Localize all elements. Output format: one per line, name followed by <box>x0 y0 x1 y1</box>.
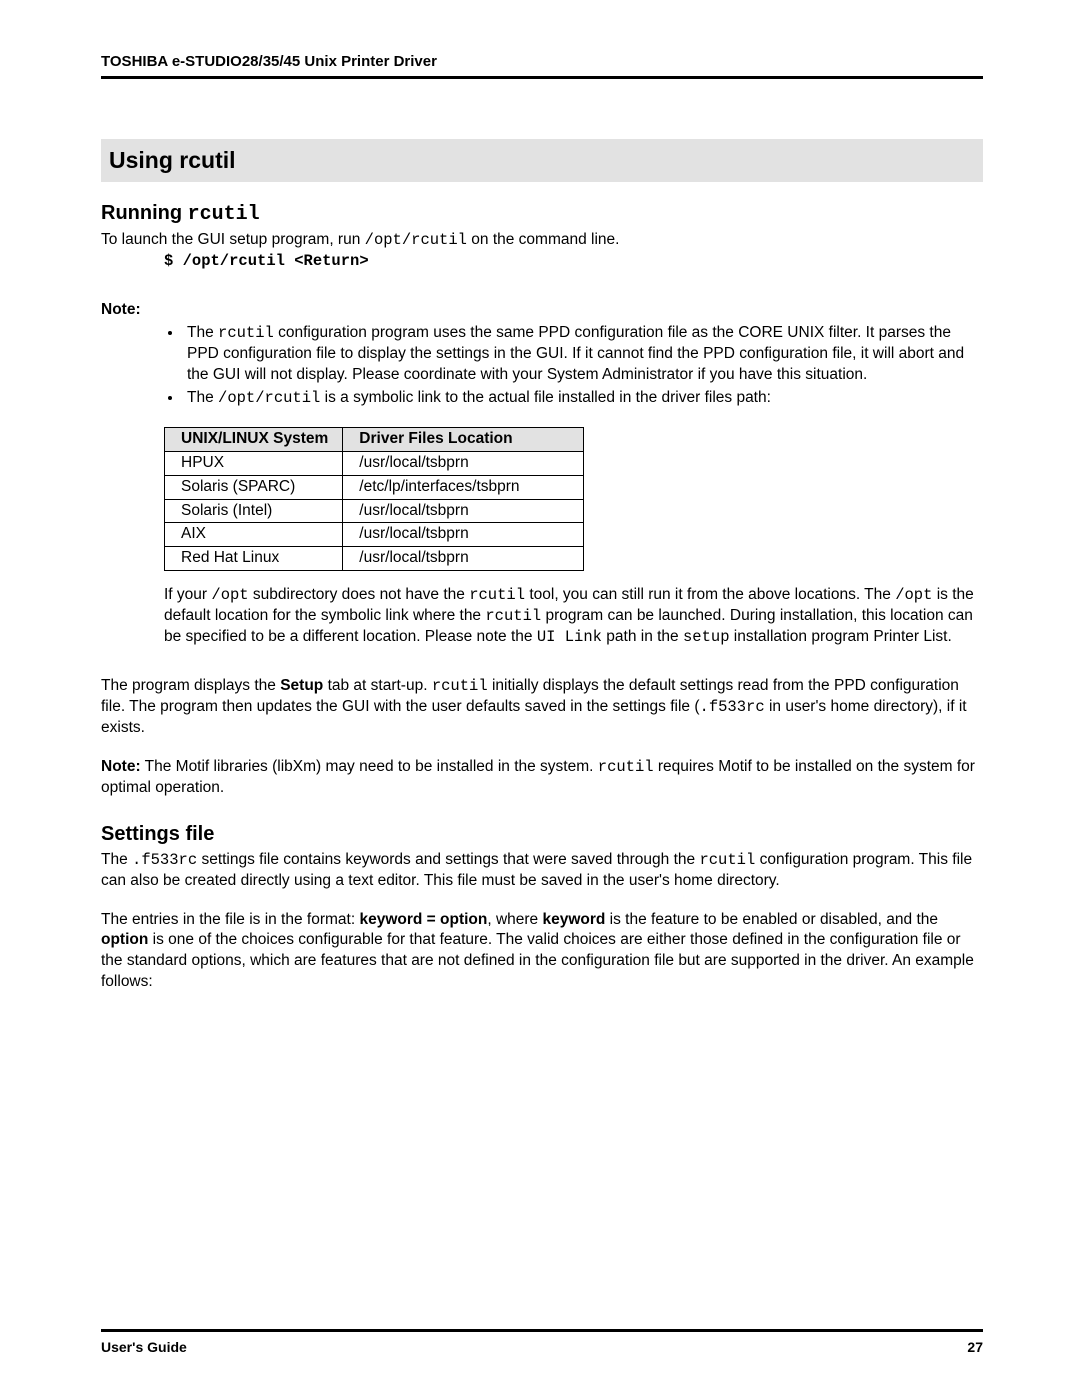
bold-text: keyword = option <box>359 911 487 928</box>
table-row: Solaris (SPARC)/etc/lp/interfaces/tsbprn <box>165 475 584 499</box>
inline-code: rcutil <box>432 677 488 695</box>
bold-text: option <box>101 931 148 948</box>
text: The Motif libraries (libXm) may need to … <box>141 758 598 775</box>
note-label: Note: <box>101 300 983 321</box>
after-table-paragraph: If your /opt subdirectory does not have … <box>164 585 983 648</box>
text: tab at start-up. <box>323 677 432 694</box>
text: The <box>187 389 218 406</box>
page-footer: User's Guide 27 <box>101 1329 983 1357</box>
text: The <box>101 851 132 868</box>
header-rule <box>101 76 983 79</box>
subheading-text: Running <box>101 202 188 224</box>
page-header-title: TOSHIBA e-STUDIO28/35/45 Unix Printer Dr… <box>101 52 983 72</box>
driver-location-table: UNIX/LINUX System Driver Files Location … <box>164 427 584 572</box>
body-paragraph: Note: The Motif libraries (libXm) may ne… <box>101 757 983 799</box>
inline-code: rcutil <box>598 758 654 776</box>
text: is one of the choices configurable for t… <box>101 931 974 990</box>
text: tool, you can still run it from the abov… <box>525 586 895 603</box>
table-cell: AIX <box>165 523 343 547</box>
bullet-item: The rcutil configuration program uses th… <box>183 323 983 386</box>
text: path in the <box>602 628 683 645</box>
text: is a symbolic link to the actual file in… <box>320 389 771 406</box>
text: configuration program uses the same PPD … <box>187 324 964 383</box>
section-heading-bar: Using rcutil <box>101 139 983 182</box>
bold-text: Setup <box>280 677 323 694</box>
inline-code: /opt/rcutil <box>218 389 320 407</box>
inline-code: rcutil <box>699 851 755 869</box>
footer-page-number: 27 <box>967 1338 983 1357</box>
footer-rule <box>101 1329 983 1332</box>
table-cell: HPUX <box>165 451 343 475</box>
settings-paragraph-1: The .f533rc settings file contains keywo… <box>101 850 983 892</box>
table-cell: /usr/local/tsbprn <box>343 523 584 547</box>
table-cell: Red Hat Linux <box>165 547 343 571</box>
table-header: UNIX/LINUX System <box>165 427 343 451</box>
inline-code: /opt <box>211 586 248 604</box>
inline-code: setup <box>683 628 730 646</box>
note-bullets: The rcutil configuration program uses th… <box>101 323 983 409</box>
subheading-running: Running rcutil <box>101 200 983 228</box>
text: is the feature to be enabled or disabled… <box>605 911 938 928</box>
inline-code: .f533rc <box>132 851 197 869</box>
inline-code: rcutil <box>469 586 525 604</box>
table-cell: /usr/local/tsbprn <box>343 499 584 523</box>
inline-code: .f533rc <box>700 698 765 716</box>
table-row: HPUX/usr/local/tsbprn <box>165 451 584 475</box>
text: The <box>187 324 218 341</box>
table-row: Solaris (Intel)/usr/local/tsbprn <box>165 499 584 523</box>
table-row: Red Hat Linux/usr/local/tsbprn <box>165 547 584 571</box>
table-cell: Solaris (SPARC) <box>165 475 343 499</box>
page: TOSHIBA e-STUDIO28/35/45 Unix Printer Dr… <box>0 0 1080 1397</box>
text: installation program Printer List. <box>730 628 952 645</box>
inline-code: /opt <box>895 586 932 604</box>
subheading-settings: Settings file <box>101 821 983 848</box>
text: If your <box>164 586 211 603</box>
inline-code: rcutil <box>485 607 541 625</box>
subheading-cmd: rcutil <box>188 203 260 226</box>
inline-code: UI Link <box>537 628 602 646</box>
text: , where <box>487 911 542 928</box>
table-cell: /usr/local/tsbprn <box>343 547 584 571</box>
text: The entries in the file is in the format… <box>101 911 359 928</box>
intro-post: on the command line. <box>467 231 620 248</box>
bullet-item: The /opt/rcutil is a symbolic link to th… <box>183 388 983 409</box>
settings-paragraph-2: The entries in the file is in the format… <box>101 910 983 994</box>
table-row: AIX/usr/local/tsbprn <box>165 523 584 547</box>
intro-pre: To launch the GUI setup program, run <box>101 231 365 248</box>
body-paragraph: The program displays the Setup tab at st… <box>101 676 983 739</box>
table-header: Driver Files Location <box>343 427 584 451</box>
table-cell: Solaris (Intel) <box>165 499 343 523</box>
inline-code: rcutil <box>218 324 274 342</box>
bold-text: Note: <box>101 758 141 775</box>
intro-cmd: /opt/rcutil <box>365 231 467 249</box>
table-header-row: UNIX/LINUX System Driver Files Location <box>165 427 584 451</box>
table-cell: /etc/lp/interfaces/tsbprn <box>343 475 584 499</box>
intro-line: To launch the GUI setup program, run /op… <box>101 230 983 251</box>
text: subdirectory does not have the <box>249 586 470 603</box>
bold-text: keyword <box>542 911 605 928</box>
text: settings file contains keywords and sett… <box>197 851 699 868</box>
footer-left: User's Guide <box>101 1338 187 1357</box>
text: The program displays the <box>101 677 280 694</box>
table-cell: /usr/local/tsbprn <box>343 451 584 475</box>
command-line: $ /opt/rcutil <Return> <box>164 251 983 272</box>
